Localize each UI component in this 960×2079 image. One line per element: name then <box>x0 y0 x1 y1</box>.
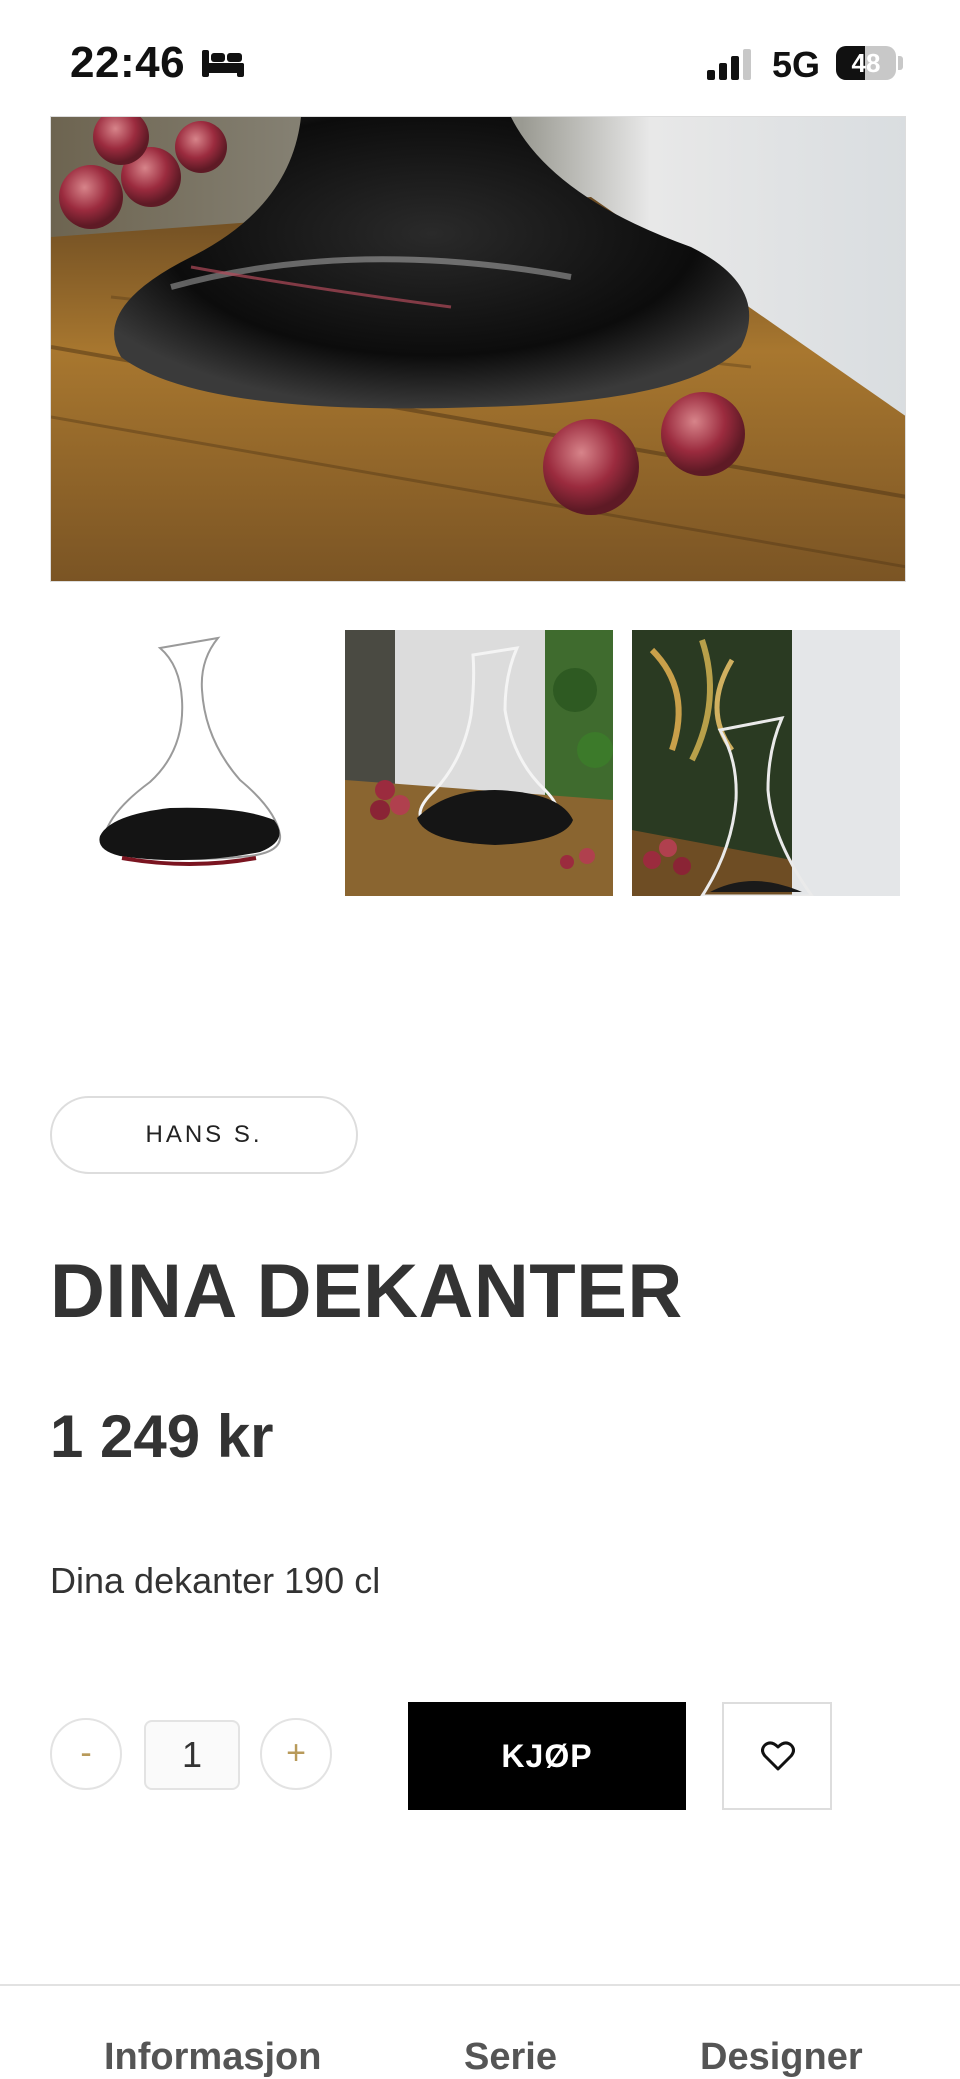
thumbnail-3[interactable] <box>632 630 900 896</box>
battery-tip <box>898 56 903 70</box>
product-description: Dina dekanter 190 cl <box>50 1560 381 1601</box>
wishlist-button[interactable] <box>722 1702 832 1810</box>
quantity-decrease-button[interactable]: - <box>50 1718 122 1790</box>
signal-icon <box>707 49 751 80</box>
tab-serie[interactable]: Serie <box>464 2036 557 2079</box>
bed-icon <box>202 50 244 77</box>
product-title: DINA DEKANTER <box>50 1249 683 1334</box>
brand-tag[interactable]: HANS S. <box>50 1096 358 1174</box>
battery-icon: 48 <box>836 46 896 80</box>
heart-icon <box>761 1741 795 1771</box>
thumbnail-1[interactable] <box>50 630 330 896</box>
hero-image[interactable] <box>50 116 906 582</box>
thumbnail-2[interactable] <box>345 630 613 896</box>
status-bar: 22:46 5G 48 <box>0 0 960 120</box>
tab-designer[interactable]: Designer <box>700 2036 863 2079</box>
network-label: 5G <box>772 44 821 85</box>
buy-button[interactable]: KJØP <box>408 1702 686 1810</box>
battery-level: 48 <box>851 48 881 78</box>
tab-divider <box>0 1984 960 1986</box>
status-time: 22:46 <box>70 38 186 87</box>
quantity-input[interactable]: 1 <box>144 1720 240 1790</box>
tab-informasjon[interactable]: Informasjon <box>104 2036 321 2079</box>
product-price: 1 249 kr <box>50 1403 274 1470</box>
quantity-increase-button[interactable]: + <box>260 1718 332 1790</box>
